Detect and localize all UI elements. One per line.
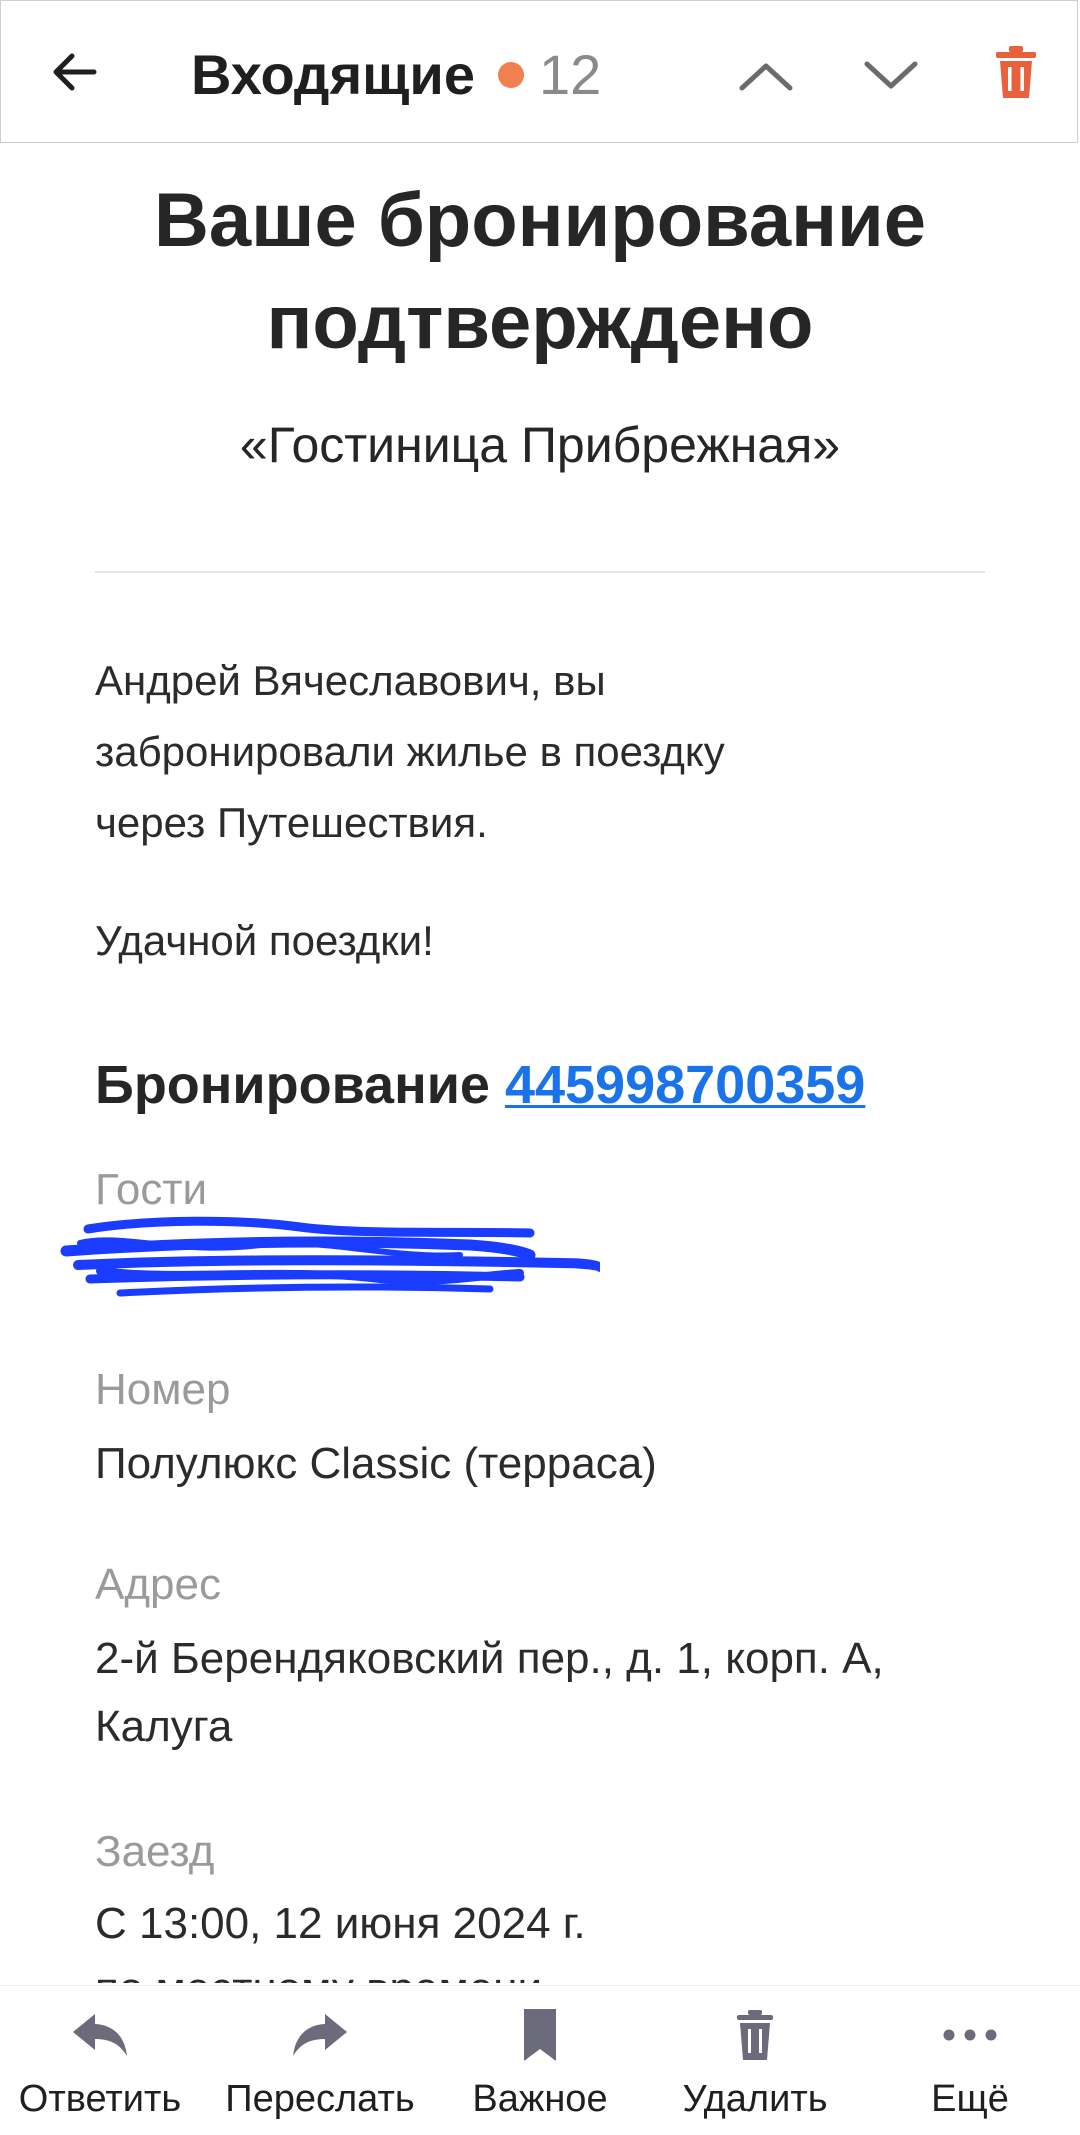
- address-line-1: 2-й Берендяковский пер., д. 1, корп. А,: [95, 1634, 884, 1683]
- reply-button[interactable]: Ответить: [18, 1986, 182, 2135]
- important-button[interactable]: Важное: [460, 1986, 620, 2135]
- room-value: Полулюкс Classic (терраса): [95, 1439, 657, 1488]
- top-bar: Входящие 12: [0, 0, 1078, 143]
- more-button[interactable]: Ещё: [900, 1986, 1040, 2135]
- reply-label: Ответить: [18, 2078, 182, 2120]
- back-button[interactable]: [39, 37, 109, 107]
- forward-button[interactable]: Переслать: [220, 1986, 420, 2135]
- forward-label: Переслать: [225, 2078, 415, 2120]
- address-value: 2-й Берендяковский пер., д. 1, корп. А, …: [95, 1625, 995, 1761]
- checkin-note: по местному времени: [95, 1955, 995, 1983]
- arrow-left-icon: [53, 53, 97, 91]
- address-line-2: Калуга: [95, 1702, 233, 1751]
- greeting-line-3: через Путешествия.: [95, 799, 488, 846]
- booking-label: Бронирование: [95, 1055, 490, 1115]
- previous-email-button[interactable]: [731, 41, 801, 111]
- room-label: Номер: [95, 1365, 231, 1414]
- greeting-text: Андрей Вячеславович, вы забронировали жи…: [95, 645, 995, 858]
- hotel-name: «Гостиница Прибрежная»: [239, 417, 841, 473]
- delete-button[interactable]: Удалить: [670, 1986, 840, 2135]
- email-view: Входящие 12 Ваше бронирование подтвержде…: [0, 0, 1080, 2135]
- folder-title[interactable]: Входящие: [191, 43, 475, 107]
- important-label: Важное: [472, 2078, 608, 2120]
- bottom-action-bar: Ответить Переслать Важное Удалить Ещё: [0, 1985, 1080, 2135]
- divider: [95, 571, 985, 573]
- bookmark-icon: [524, 2009, 556, 2061]
- redaction-scribble: [60, 1216, 600, 1297]
- trip-wish: Удачной поездки!: [95, 917, 434, 964]
- trash-icon: [996, 46, 1036, 98]
- delete-email-button[interactable]: [986, 37, 1046, 107]
- headline-line-2: подтверждено: [266, 280, 814, 365]
- guests-label: Гости: [95, 1165, 208, 1214]
- checkin-value: С 13:00, 12 июня 2024 г.: [95, 1899, 586, 1948]
- checkin-note-text: по местному времени: [95, 1955, 995, 1983]
- unread-count: 12: [539, 43, 602, 106]
- greeting-line-1: Андрей Вячеславович, вы: [95, 657, 606, 704]
- chevron-down-icon: [864, 61, 918, 89]
- email-headline: Ваше бронирование подтверждено: [0, 170, 1080, 374]
- trash-icon: [737, 2010, 773, 2060]
- chevron-up-icon: [739, 63, 793, 91]
- booking-heading: Бронирование 445998700359: [95, 1050, 865, 1120]
- greeting-line-2: забронировали жилье в поездку: [95, 728, 725, 775]
- address-label: Адрес: [95, 1560, 221, 1609]
- checkin-label: Заезд: [95, 1827, 215, 1876]
- more-dots-icon: [943, 2029, 997, 2041]
- forward-icon: [293, 2014, 347, 2056]
- more-label: Ещё: [931, 2078, 1009, 2120]
- unread-indicator-dot: [498, 62, 524, 88]
- next-email-button[interactable]: [856, 41, 926, 111]
- headline-line-1: Ваше бронирование: [153, 178, 927, 263]
- reply-icon: [73, 2014, 127, 2056]
- booking-number-link[interactable]: 445998700359: [505, 1055, 865, 1115]
- delete-label: Удалить: [682, 2078, 828, 2120]
